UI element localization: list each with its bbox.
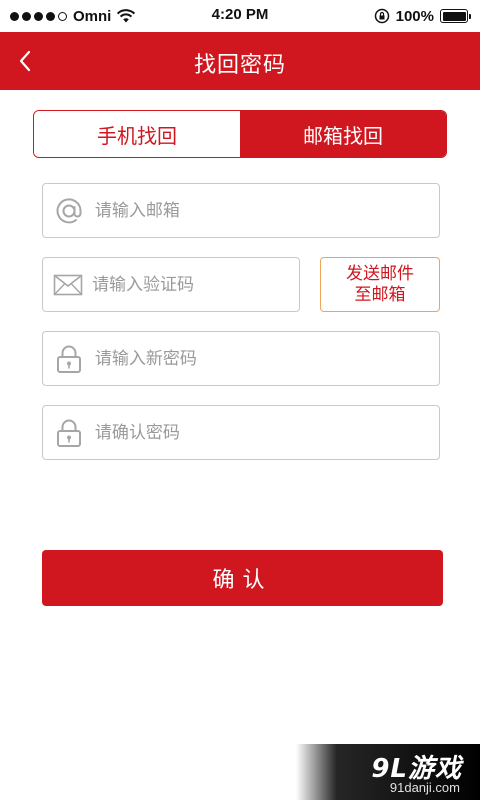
site-watermark: 9L游戏 91danji.com	[296, 744, 480, 800]
verification-code-field	[42, 257, 300, 312]
email-field	[42, 183, 440, 238]
status-bar: Omni 4:20 PM 100%	[0, 0, 480, 32]
confirm-button[interactable]: 确认	[42, 550, 443, 606]
battery-fill	[442, 11, 466, 21]
recovery-tabs: 手机找回 邮箱找回	[33, 110, 447, 158]
new-password-field	[42, 331, 440, 386]
new-password-input[interactable]	[90, 332, 439, 385]
page-title: 找回密码	[193, 53, 286, 78]
at-icon	[47, 184, 91, 237]
rotation-lock-icon	[374, 8, 389, 24]
verification-code-input[interactable]	[88, 258, 299, 311]
send-email-button-label: 发送邮件 至邮箱	[346, 263, 414, 305]
envelope-icon	[47, 258, 88, 311]
battery-percent: 100%	[395, 7, 434, 25]
tab-phone-recovery[interactable]: 手机找回	[34, 111, 240, 157]
nav-bar: 找回密码	[0, 32, 480, 90]
battery-icon	[440, 9, 471, 23]
status-right: 100%	[374, 7, 471, 25]
confirm-password-field	[42, 405, 440, 460]
send-email-button[interactable]: 发送邮件 至邮箱	[320, 257, 440, 312]
tab-email-recovery[interactable]: 邮箱找回	[240, 111, 446, 157]
lock-icon	[47, 406, 91, 459]
watermark-url: 91danji.com	[389, 780, 460, 795]
confirm-password-input[interactable]	[90, 406, 439, 459]
lock-icon	[47, 332, 91, 385]
email-input[interactable]	[90, 184, 439, 237]
